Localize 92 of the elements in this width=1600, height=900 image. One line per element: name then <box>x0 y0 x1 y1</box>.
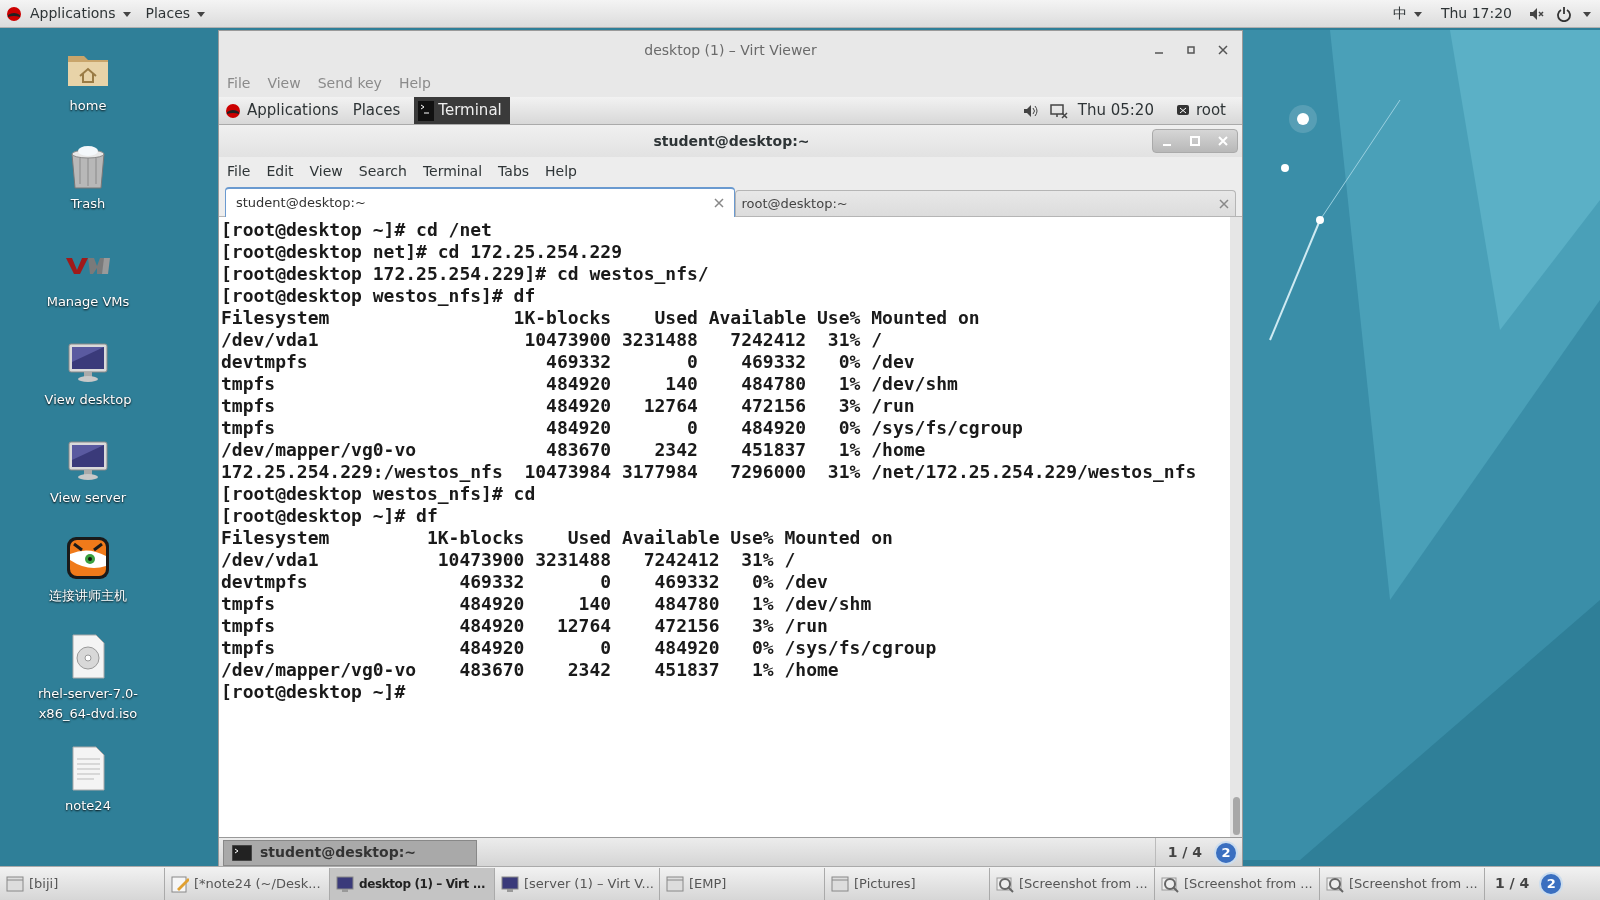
icon-label[interactable]: View desktop <box>28 390 148 410</box>
terminal-line: devtmpfs 469332 0 469332 0% /dev <box>221 351 916 373</box>
taskbar-button[interactable]: [Screenshot from ... <box>1155 867 1320 900</box>
terminal-line: [root@desktop ~]# cd /net <box>221 219 493 241</box>
terminal-line: tmpfs 484920 12764 472156 3% /run <box>221 395 916 417</box>
user-icon <box>1175 103 1190 118</box>
tab[interactable]: root@desktop:~ <box>734 190 1236 216</box>
menu-item[interactable]: View <box>309 160 343 182</box>
task-label: Terminal <box>438 100 502 122</box>
terminal-line: /dev/vda1 10473900 3231488 7242412 31% / <box>221 329 884 351</box>
icon-label[interactable]: View server <box>28 488 148 508</box>
taskbar-button[interactable]: [EMP] <box>660 867 825 900</box>
terminal-line: /dev/vda1 10473900 3231488 7242412 31% / <box>221 549 797 571</box>
terminal-title: student@desktop:~ <box>652 131 811 151</box>
close-icon[interactable] <box>1218 45 1228 55</box>
icon-label[interactable]: home <box>28 96 148 116</box>
caret-icon <box>1582 9 1592 18</box>
menu-item[interactable]: File <box>227 160 251 182</box>
menu-item[interactable]: Search <box>358 160 407 182</box>
network-icon[interactable] <box>1049 102 1068 119</box>
notification-badge[interactable]: 2 <box>1214 840 1238 865</box>
terminal-line: tmpfs 484920 12764 472156 3% /run <box>221 615 829 637</box>
user-menu-button[interactable]: root <box>1195 99 1226 122</box>
terminal-line: [root@desktop westos_nfs]# df <box>221 285 537 307</box>
tab[interactable]: student@desktop:~ <box>225 187 735 217</box>
window-title: desktop (1) – Virt Viewer <box>643 40 818 60</box>
task-label: student@desktop:~ <box>260 843 416 862</box>
terminal-line: [root@desktop 172.25.254.229]# cd westos_nfs/ <box>221 263 710 285</box>
monitor-icon <box>501 874 519 893</box>
clock[interactable]: Thu 17:20 <box>1440 3 1512 24</box>
workspace-indicator[interactable]: 1 / 4 <box>1485 873 1540 894</box>
window-icon <box>831 874 849 893</box>
menu-item[interactable]: Tabs <box>498 160 530 182</box>
taskbar-button[interactable]: desktop (1) – Virt ... <box>330 867 495 900</box>
magnifier-icon <box>1161 874 1179 893</box>
menu-button[interactable]: Places <box>352 99 401 122</box>
window-icon <box>666 874 684 893</box>
taskbar-button[interactable]: [Screenshot from ... <box>990 867 1155 900</box>
icon-label[interactable]: note24 <box>28 796 148 816</box>
power-icon[interactable] <box>1556 5 1572 22</box>
notification-badge[interactable]: 2 <box>1539 871 1564 896</box>
terminal-line: tmpfs 484920 0 484920 0% /sys/fs/cgroup <box>221 637 938 659</box>
menu-button[interactable]: Places <box>145 3 207 24</box>
menu-item[interactable]: Terminal <box>422 160 483 182</box>
caret-icon <box>1412 9 1423 18</box>
scrollbar[interactable] <box>1230 217 1242 837</box>
icon-label[interactable]: 连接讲师主机 <box>28 586 148 606</box>
icon-label[interactable]: Trash <box>28 194 148 214</box>
terminal-line: /dev/mapper/vg0-vo 483670 2342 451837 1% /home <box>221 659 840 681</box>
taskbar-button[interactable]: [Screenshot from ... <box>1320 867 1485 900</box>
redhat-logo-icon[interactable] <box>6 5 22 22</box>
magnifier-icon <box>1326 874 1344 893</box>
terminal-icon <box>418 100 435 121</box>
terminal-line: [root@desktop ~]# df <box>221 505 439 527</box>
terminal-icon <box>232 844 252 861</box>
close-icon[interactable] <box>713 198 724 208</box>
taskbar-button[interactable]: [*note24 (~/Desk... <box>165 867 330 900</box>
icon-label[interactable]: rhel-server-7.0-x86_64-dvd.iso <box>28 684 148 724</box>
menu-item[interactable]: Help <box>545 160 577 182</box>
terminal-line: [root@desktop ~]# <box>221 681 407 703</box>
close-icon[interactable] <box>1219 198 1229 209</box>
taskbar-button[interactable]: [biji] <box>0 867 165 900</box>
terminal-line: [root@desktop westos_nfs]# cd <box>221 483 537 505</box>
task-button[interactable]: Terminal <box>414 97 510 124</box>
taskbar-button[interactable]: [server (1) – Virt V... <box>495 867 660 900</box>
terminal-line: tmpfs 484920 140 484780 1% /dev/shm <box>221 373 959 395</box>
terminal-line: Filesystem 1K-blocks Used Available Use% Mounted on <box>221 307 981 329</box>
notepad-icon <box>171 874 189 893</box>
tiger-face-icon[interactable] <box>64 534 112 582</box>
maximize-icon[interactable] <box>1186 45 1196 55</box>
icon-label[interactable]: Manage VMs <box>28 292 148 312</box>
menu-button[interactable]: Applications <box>30 3 132 24</box>
clock[interactable]: Thu 05:20 <box>1077 99 1154 122</box>
terminal-line: [root@desktop net]# cd 172.25.254.229 <box>221 241 623 263</box>
taskbar-button[interactable]: [Pictures] <box>825 867 990 900</box>
terminal-line: tmpfs 484920 140 484780 1% /dev/shm <box>221 593 873 615</box>
input-method-button[interactable]: 中 <box>1392 3 1423 24</box>
menu-button[interactable]: Applications <box>247 99 339 122</box>
redhat-logo-icon[interactable] <box>225 102 241 119</box>
window-icon <box>6 874 24 893</box>
task-button[interactable]: student@desktop:~ <box>223 839 477 866</box>
terminal-line: Filesystem 1K-blocks Used Available Use% Mounted on <box>221 527 894 549</box>
caret-icon <box>121 9 132 18</box>
magnifier-icon <box>996 874 1014 893</box>
scrollbar-thumb[interactable] <box>1232 797 1240 835</box>
monitor-icon <box>336 874 354 893</box>
terminal-line: tmpfs 484920 0 484920 0% /sys/fs/cgroup <box>221 417 1024 439</box>
caret-icon <box>196 9 207 18</box>
menu-item[interactable]: Edit <box>266 160 294 182</box>
terminal-line: 172.25.254.229:/westos_nfs 10473984 3177984 7296000 31% /net/172.25.254.229/westos_nfs <box>221 461 1198 483</box>
terminal-line: /dev/mapper/vg0-vo 483670 2342 451837 1% /home <box>221 439 927 461</box>
terminal-line: devtmpfs 469332 0 469332 0% /dev <box>221 571 829 593</box>
